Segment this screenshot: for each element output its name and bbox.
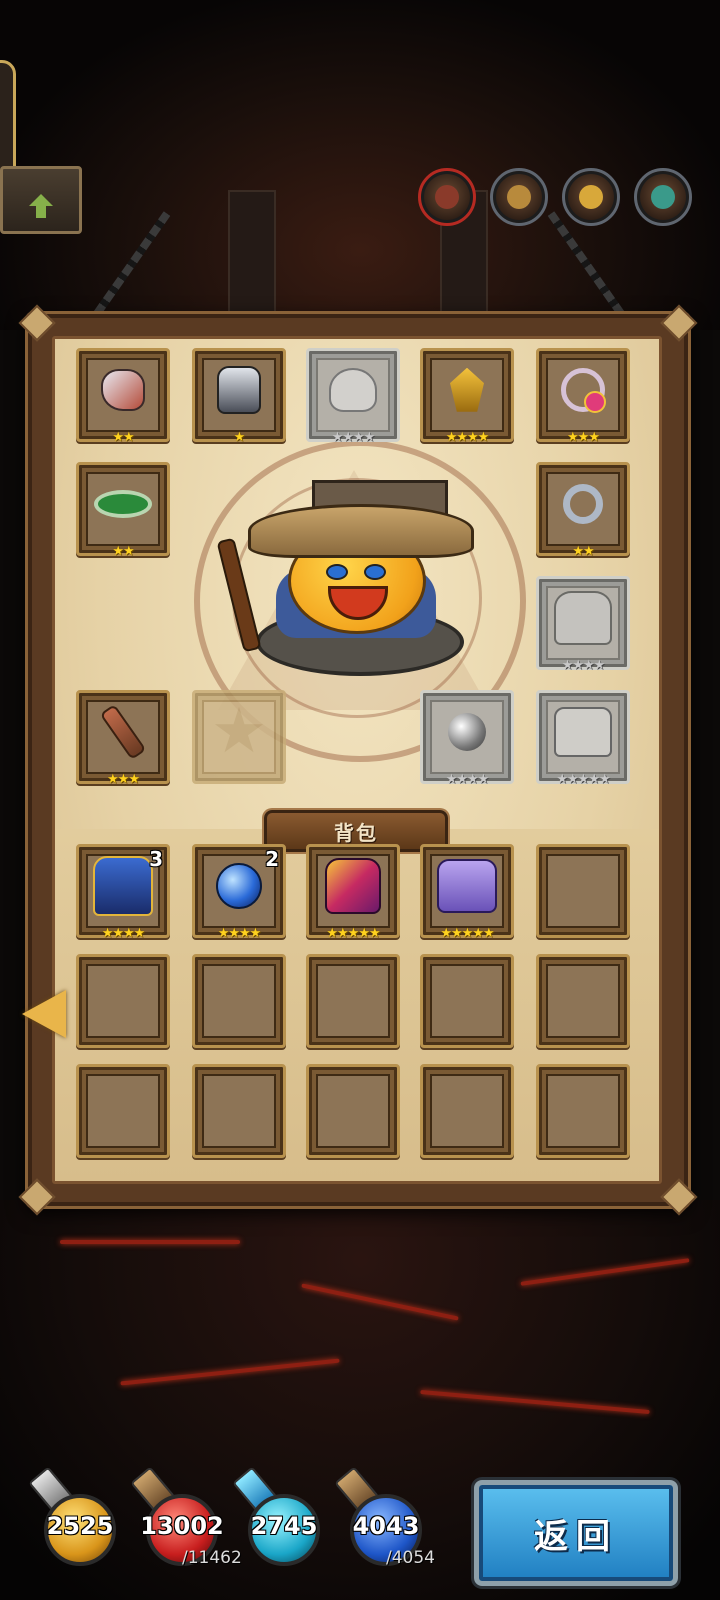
- backpack-slot-empty[interactable]: [420, 1064, 514, 1158]
- blue-cape-icon: [93, 855, 153, 916]
- equip-slot-orb[interactable]: ★★★★: [420, 690, 514, 787]
- equip-slot-ring[interactable]: ★★: [536, 462, 630, 559]
- resource-value: 4043: [352, 1512, 420, 1540]
- item-stars: ★★★★: [445, 430, 490, 445]
- equip-slot-necklace[interactable]: ★★★: [536, 348, 630, 445]
- backpack-slot[interactable]: 2 ★★★★: [192, 844, 286, 941]
- hero-portrait-1[interactable]: [418, 168, 476, 226]
- armor-icon: [217, 365, 261, 414]
- item-stars: ★★★★: [445, 772, 490, 787]
- backpack-slot-empty[interactable]: [306, 1064, 400, 1158]
- arrow-left-icon[interactable]: [22, 990, 66, 1038]
- backpack-slot-empty[interactable]: [192, 1064, 286, 1158]
- boots-icon: [554, 706, 612, 757]
- equip-slot-bracelet[interactable]: ★★: [76, 462, 170, 559]
- backpack-slot-empty[interactable]: [76, 1064, 170, 1158]
- backpack-slot-empty[interactable]: [192, 954, 286, 1048]
- hero-portraits: [418, 168, 692, 226]
- equip-slot-emblem[interactable]: [192, 690, 286, 784]
- resource-value: 2745: [250, 1512, 318, 1540]
- backpack-slot-empty[interactable]: [536, 954, 630, 1048]
- equip-slot-lantern[interactable]: ★★★★: [420, 348, 514, 445]
- item-stars: ★: [233, 430, 246, 445]
- equip-slot-weapon[interactable]: ★★★: [76, 690, 170, 787]
- backpack-slot[interactable]: ★★★★★: [420, 844, 514, 941]
- equip-slot-boots[interactable]: ★★★★★: [536, 690, 630, 787]
- item-stars: ★★: [112, 430, 134, 445]
- glove-icon: [101, 368, 145, 411]
- backpack-slot-empty[interactable]: [536, 1064, 630, 1158]
- blue-orb-icon: [216, 862, 262, 909]
- return-button[interactable]: 返回: [474, 1480, 678, 1586]
- item-stars: ★★★★: [101, 926, 146, 941]
- hero-eye: [364, 564, 386, 580]
- item-stars: ★★★★★: [440, 926, 494, 941]
- item-stars: ★★★: [107, 772, 140, 787]
- equip-slot-shoulder[interactable]: ★★★★: [536, 576, 630, 673]
- equip-slot-helmet[interactable]: ★★★★: [306, 348, 400, 445]
- item-stars: ★★★★★: [326, 926, 380, 941]
- lava-crack: [60, 1240, 240, 1244]
- backpack-slot[interactable]: 3 ★★★★: [76, 844, 170, 941]
- helmet-icon: [329, 367, 377, 412]
- dungeon-pillar: [228, 190, 276, 314]
- necklace-icon: [561, 367, 606, 413]
- pink-boots-icon: [325, 857, 381, 914]
- orb-icon: [448, 712, 486, 751]
- item-stars: ★★★★: [561, 658, 606, 673]
- hero-eye: [326, 564, 348, 580]
- item-stars: ★★★★★: [556, 772, 610, 787]
- resource-max: /11462: [182, 1548, 242, 1568]
- hero-portrait-4[interactable]: [634, 168, 692, 226]
- backpack-slot-empty[interactable]: [306, 954, 400, 1048]
- hero-face-icon: [435, 185, 459, 209]
- hero-face-icon: [651, 185, 675, 209]
- backpack-slot[interactable]: ★★★★★: [306, 844, 400, 941]
- backpack-slot-empty[interactable]: [76, 954, 170, 1048]
- item-stars: ★★★★: [217, 926, 262, 941]
- hero-character[interactable]: [216, 478, 492, 688]
- resource-value: 2525: [46, 1512, 114, 1540]
- dungeon-background: [0, 0, 720, 330]
- backpack-slot-empty[interactable]: [536, 844, 630, 938]
- item-stars: ★★: [112, 544, 134, 559]
- backpack-slot-empty[interactable]: [420, 954, 514, 1048]
- equip-slot-armor[interactable]: ★: [192, 348, 286, 445]
- item-stars: ★★★★: [331, 430, 376, 445]
- resource-mana: 4043 /4054: [334, 1466, 435, 1568]
- item-stars: ★★★: [567, 430, 600, 445]
- hero-face-icon: [579, 185, 603, 209]
- equip-slot-gloves[interactable]: ★★: [76, 348, 170, 445]
- upgrade-button[interactable]: [0, 166, 82, 234]
- bracelet-icon: [94, 489, 152, 518]
- shoulder-armor-icon: [554, 590, 612, 645]
- item-stars: ★★: [572, 544, 594, 559]
- item-count: 2: [265, 847, 279, 871]
- resource-health: 13002 /11462: [130, 1466, 242, 1568]
- resource-value: 13002: [140, 1512, 224, 1540]
- ring-icon: [563, 483, 603, 524]
- hero-portrait-2[interactable]: [490, 168, 548, 226]
- purple-boots-icon: [437, 858, 497, 913]
- hero-staff: [216, 537, 262, 653]
- resource-gold: 2525: [28, 1466, 116, 1566]
- hero-straw-hat: [248, 504, 474, 558]
- resource-mana-crystal: 2745: [232, 1466, 320, 1566]
- hero-portrait-3[interactable]: [562, 168, 620, 226]
- hero-face-icon: [507, 185, 531, 209]
- resource-max: /4054: [386, 1548, 435, 1568]
- item-count: 3: [149, 847, 163, 871]
- arrow-up-icon: [29, 194, 53, 218]
